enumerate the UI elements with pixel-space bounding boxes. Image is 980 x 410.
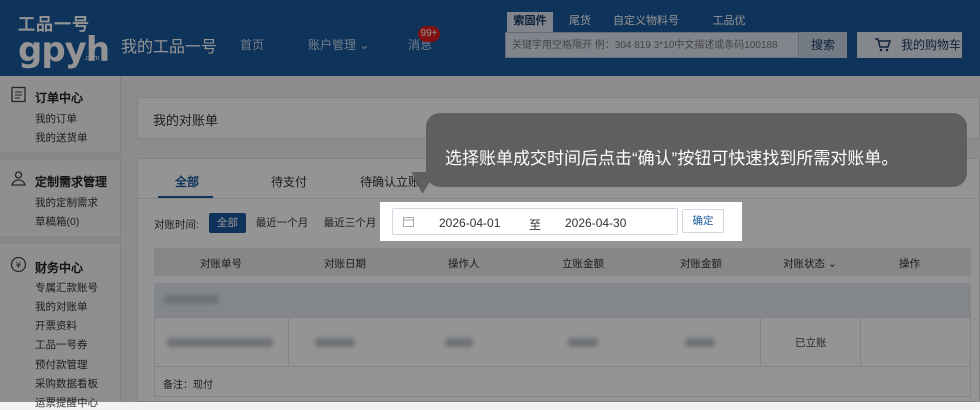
date-range-picker[interactable]: 2026-04-01 至 2026-04-30 xyxy=(392,208,678,235)
guide-overlay xyxy=(0,0,980,402)
date-end-value[interactable]: 2026-04-30 xyxy=(565,216,626,230)
date-range-spotlight: 2026-04-01 至 2026-04-30 确定 xyxy=(380,202,742,241)
guide-tooltip: 选择账单成交时间后点击“确认”按钮可快速找到所需对账单。 xyxy=(426,113,967,187)
tooltip-text: 选择账单成交时间后点击“确认”按钮可快速找到所需对账单。 xyxy=(445,149,899,168)
confirm-button[interactable]: 确定 xyxy=(682,209,724,233)
date-start-value[interactable]: 2026-04-01 xyxy=(439,216,500,230)
calendar-icon xyxy=(403,217,414,227)
date-separator: 至 xyxy=(529,218,542,232)
